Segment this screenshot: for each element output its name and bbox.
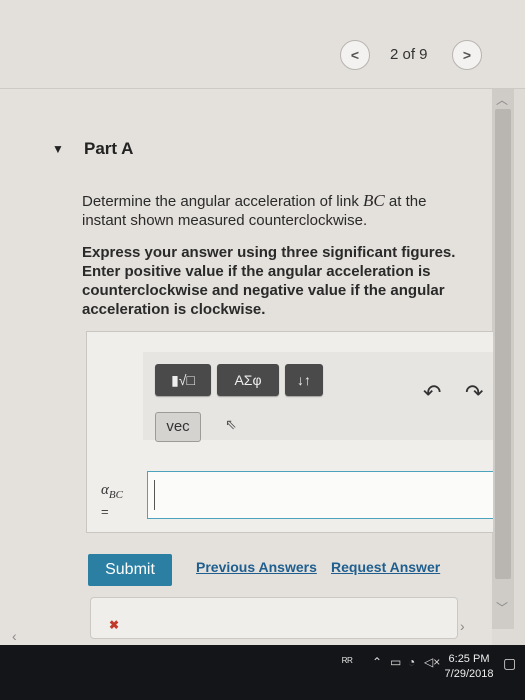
caret-down-icon[interactable]: ▼ [52,142,64,156]
alpha-symbol: α [101,482,109,498]
clock-time[interactable]: 6:25 PM [445,653,493,665]
chevron-up-icon[interactable]: ⌃ [372,655,382,669]
answer-variable-label: αBC [101,482,123,501]
answer-box: ▮√□ ΑΣφ ↓↑ ↶ ↷ vec ⇖ αBC = [86,331,493,533]
mouse-cursor-icon: ⇖ [225,416,237,432]
request-answer-link[interactable]: Request Answer [331,559,440,575]
vertical-scrollbar[interactable]: ︿ ﹀ [492,89,514,629]
vec-button[interactable]: vec [155,412,201,442]
answer-instructions: Express your answer using three signific… [82,244,456,318]
chevron-left-icon: < [350,47,360,63]
previous-item-button[interactable]: < [340,40,370,70]
link-variable: BC [363,191,385,210]
chevron-right-icon: > [462,47,472,63]
variable-subscript: BC [108,489,123,501]
question-text: Determine the angular acceleration of li… [82,191,472,230]
chevron-left-icon[interactable]: ‹ [12,628,17,644]
part-title[interactable]: Part A [84,139,133,159]
equals-sign: = [101,504,109,519]
clock-date[interactable]: 7/29/2018 [443,668,495,680]
wifi-icon[interactable]: ◔ [408,655,415,669]
next-part-card: ✖ [90,597,458,639]
speaker-icon[interactable]: ◁× [424,655,440,669]
incorrect-mark-icon: ✖ [109,618,120,632]
people-icon[interactable]: ᴿᴿ [342,655,353,669]
notification-icon[interactable]: ▢ [503,655,516,672]
redo-icon[interactable]: ↷ [465,380,483,406]
undo-icon[interactable]: ↶ [423,380,441,406]
templates-button[interactable]: ▮√□ [155,364,211,396]
sort-order-button[interactable]: ↓↑ [285,364,323,396]
text-caret [154,480,155,510]
scrollbar-thumb[interactable] [495,109,511,579]
next-item-button[interactable]: > [452,40,482,70]
top-navigation-bar: < 2 of 9 > [0,0,525,89]
question-text-before: Determine the angular acceleration of li… [82,193,363,210]
battery-icon[interactable]: ▭ [390,655,401,669]
page-indicator: 2 of 9 [390,46,428,63]
previous-answers-link[interactable]: Previous Answers [196,559,317,575]
greek-symbols-button[interactable]: ΑΣφ [217,364,279,396]
answer-input[interactable] [147,471,493,519]
scroll-down-arrow-icon[interactable]: ﹀ [496,599,508,616]
chevron-right-icon[interactable]: › [460,618,465,634]
submit-button[interactable]: Submit [88,554,172,586]
scroll-up-arrow-icon[interactable]: ︿ [496,91,508,108]
windows-taskbar: ᴿᴿ ⌃ ▭ ◔ ◁× 6:25 PM 7/29/2018 ▢ [0,645,525,700]
browser-screen: < 2 of 9 > ︿ ﹀ ▼ Part A Determine the an… [0,0,525,645]
equation-toolbar: ▮√□ ΑΣφ ↓↑ ↶ ↷ vec ⇖ [143,352,493,442]
